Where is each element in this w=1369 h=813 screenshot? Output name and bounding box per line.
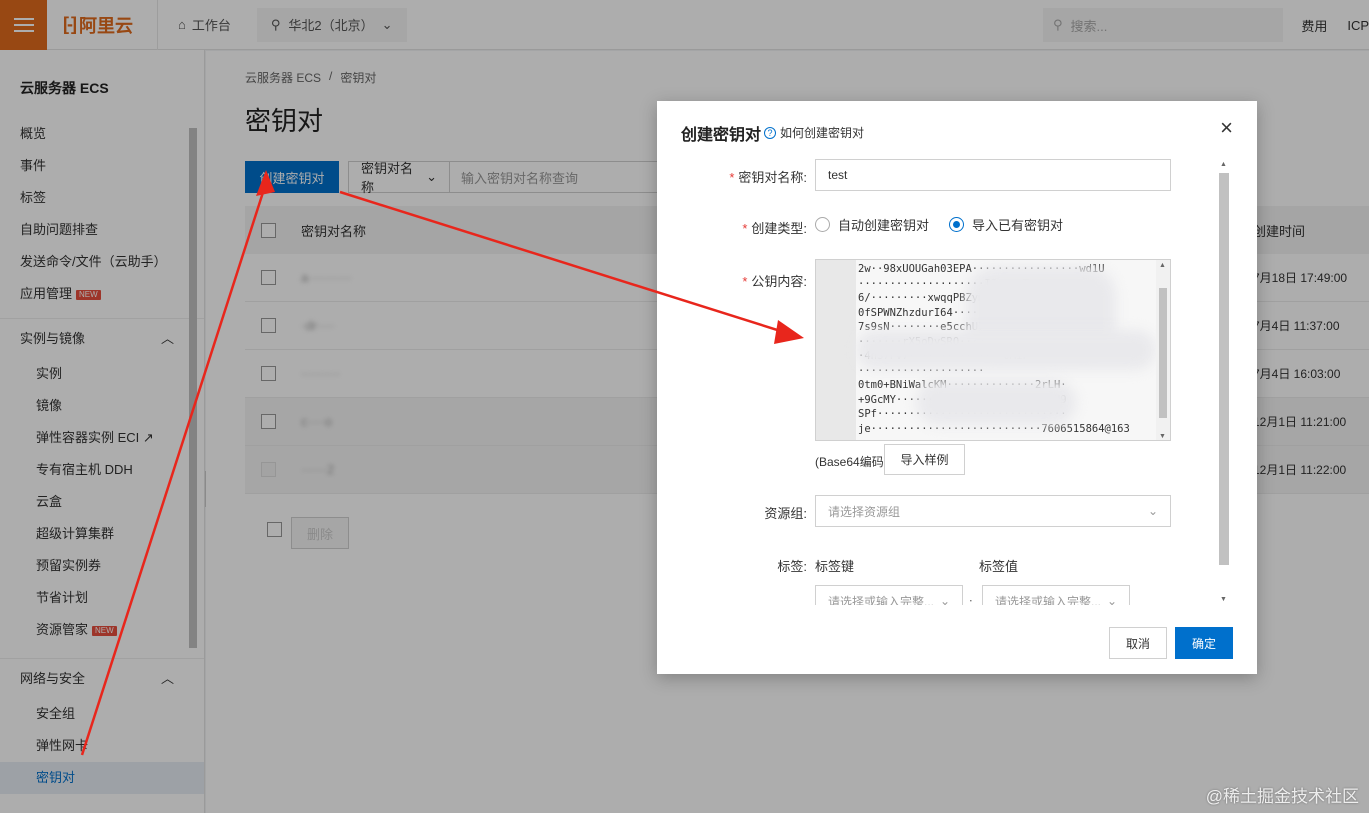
create-type-label: * 创建类型: [742,218,807,237]
chevron-down-icon: ⌄ [1147,504,1158,518]
select-placeholder: 请选择资源组 [828,504,901,519]
watermark: @稀土掘金技术社区 [1205,787,1359,806]
public-key-textarea[interactable]: 2w··98xUOUGah03EPA·················wd1U … [815,259,1171,441]
resource-group-label: 资源组: [764,506,807,521]
label-text: 密钥对名称: [738,170,807,185]
radio-import-existing[interactable] [949,217,965,232]
dialog-scrollbar[interactable]: ▲ ▼ [1217,159,1231,605]
required-asterisk: * [742,274,748,289]
cancel-button[interactable]: 取消 [1109,627,1167,659]
scroll-down-arrow-icon[interactable]: ▼ [1220,596,1227,603]
help-link-label: 如何创建密钥对 [780,126,865,140]
textarea-scrollbar[interactable]: ▲ ▼ [1156,260,1170,440]
radio-auto-create-label[interactable]: 自动创建密钥对 [838,215,929,234]
import-sample-button[interactable]: 导入样例 [884,444,965,475]
redaction-blur [916,380,1076,425]
help-circle-icon: ? [764,126,776,139]
scrollbar-thumb[interactable] [1159,288,1167,418]
tags-label: 标签: [777,559,807,574]
radio-import-existing-label[interactable]: 导入已有密钥对 [972,215,1063,234]
label-text: 公钥内容: [751,274,807,289]
required-asterisk: * [742,221,748,236]
redaction-blur [856,330,1156,370]
public-key-label: * 公钥内容: [742,271,807,290]
tag-key-label: 标签键 [815,559,855,574]
required-asterisk: * [729,170,735,185]
key-pair-name-label: * 密钥对名称: [729,167,807,186]
dialog-footer [657,605,1257,674]
textarea-redacted-margin [816,260,856,440]
dialog-title: 创建密钥对 [681,127,762,144]
confirm-button[interactable]: 确定 [1175,627,1233,659]
help-link[interactable]: ? 如何创建密钥对 [764,124,864,141]
scroll-up-arrow-icon[interactable]: ▲ [1159,262,1166,269]
tag-value-label: 标签值 [979,559,1019,574]
scroll-down-arrow-icon[interactable]: ▼ [1159,433,1166,440]
base64-note: (Base64编码) [815,455,888,469]
radio-auto-create[interactable] [815,217,830,232]
key-pair-name-input[interactable]: test [815,159,1171,191]
resource-group-select[interactable]: 请选择资源组 ⌄ [815,495,1171,527]
scrollbar-thumb[interactable] [1219,173,1229,565]
scroll-up-arrow-icon[interactable]: ▲ [1220,161,1227,168]
close-icon[interactable]: × [1220,117,1233,139]
label-text: 创建类型: [751,221,807,236]
create-type-radio-group: 自动创建密钥对 导入已有密钥对 [815,215,1063,234]
create-key-pair-dialog: 创建密钥对 ? 如何创建密钥对 × * 密钥对名称: test * 创建类型: 自动… [657,101,1257,674]
